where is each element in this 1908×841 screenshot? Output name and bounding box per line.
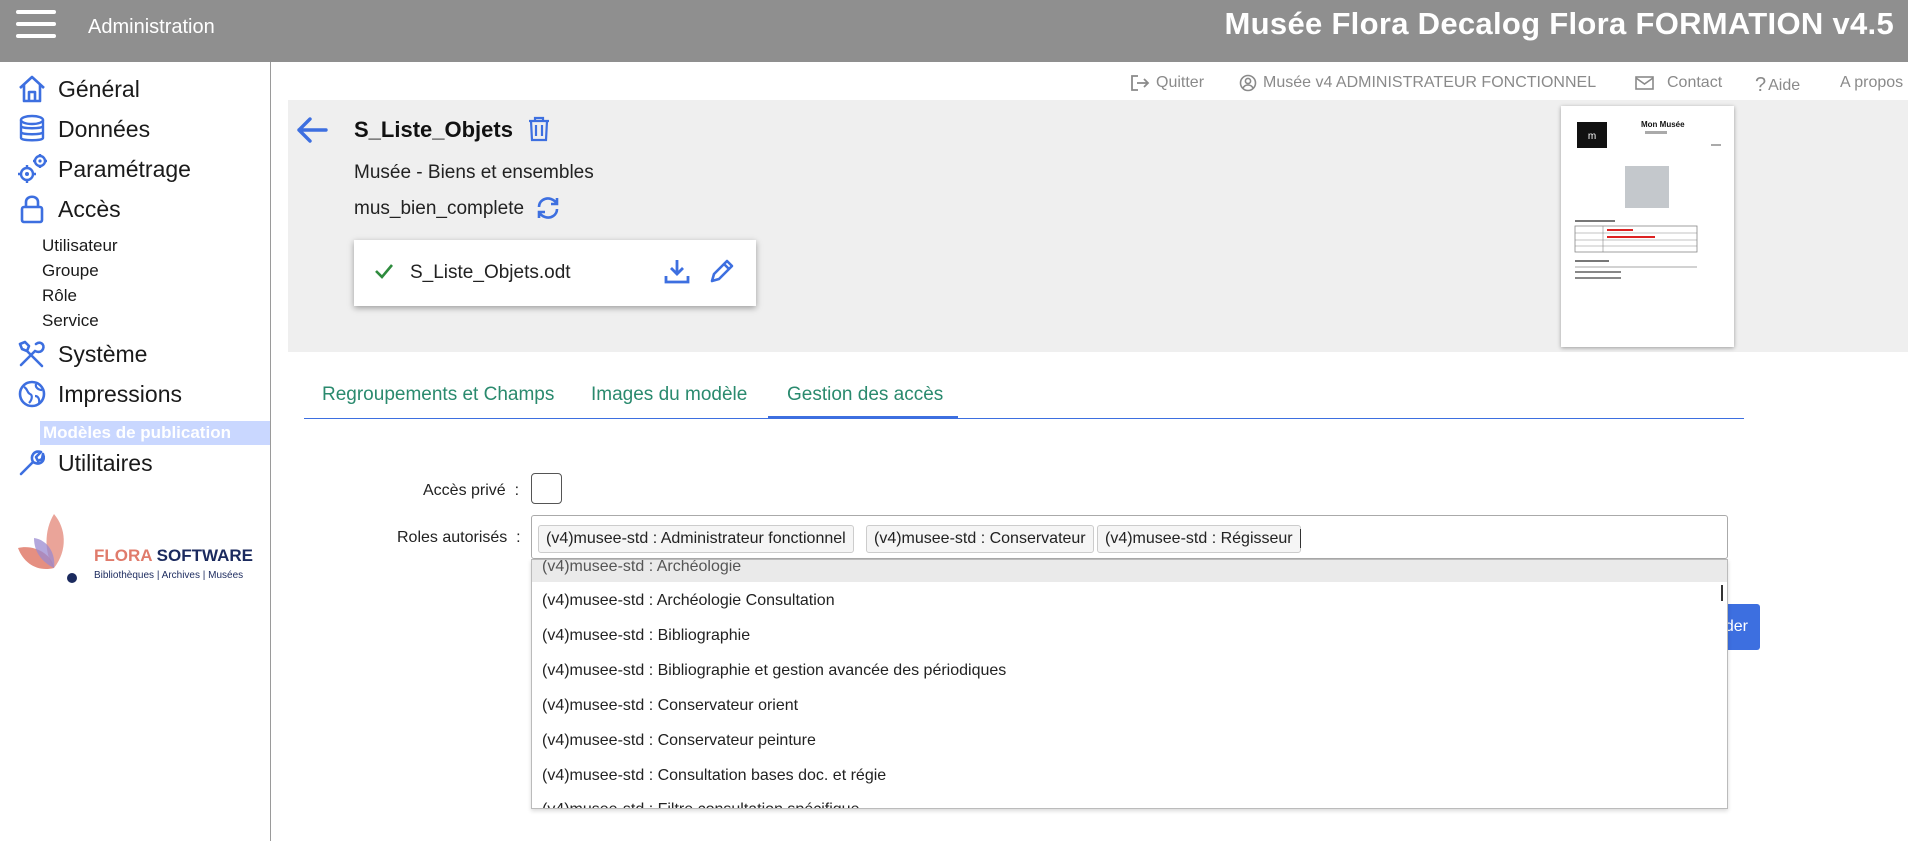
dropdown-option[interactable]: (v4)musee-std : Consultation bases doc. … (542, 767, 886, 785)
model-name: S_Liste_Objets (354, 117, 513, 142)
contact-link[interactable]: Contact (1635, 74, 1722, 92)
app-title: Musée Flora Decalog Flora FORMATION v4.5 (1224, 6, 1894, 41)
sign-out-icon (1131, 75, 1150, 91)
template-file-card: S_Liste_Objets.odt (354, 240, 756, 306)
sidebar-item-donnees[interactable]: Données (14, 111, 150, 147)
dropdown-option[interactable]: (v4)musee-std : Archéologie Consultation (542, 592, 835, 610)
role-tag[interactable]: (v4)musee-std : Régisseur (1097, 525, 1301, 553)
tools-icon (14, 336, 50, 372)
model-category: Musée - Biens et ensembles (354, 162, 594, 183)
private-access-checkbox[interactable] (531, 473, 562, 504)
home-icon (14, 71, 50, 107)
user-link[interactable]: Musée v4 ADMINISTRATEUR FONCTIONNEL (1239, 74, 1596, 92)
dropdown-option[interactable]: (v4)musee-std : Bibliographie et gestion… (542, 662, 1006, 680)
lock-icon (14, 191, 50, 227)
envelope-icon (1635, 76, 1654, 90)
svg-text:m: m (1588, 131, 1596, 142)
wrench-icon (14, 445, 50, 481)
sidebar-item-label: Général (58, 75, 140, 102)
sidebar-item-acces[interactable]: Accès (14, 191, 121, 227)
template-file-name: S_Liste_Objets.odt (410, 262, 571, 283)
user-circle-icon (1239, 74, 1257, 92)
gears-icon (14, 151, 50, 187)
tab-images-modele[interactable]: Images du modèle (591, 384, 747, 406)
sidebar: Général Données Paramétrage Accès Utilis… (0, 62, 271, 841)
dropdown-option[interactable]: (v4)musee-std : Conservateur peinture (542, 732, 816, 750)
database-icon (14, 111, 50, 147)
sidebar-subitem-role[interactable]: Rôle (42, 286, 77, 306)
sidebar-item-label: Impressions (58, 380, 182, 407)
refresh-icon[interactable] (536, 195, 560, 226)
sidebar-item-label: Données (58, 115, 151, 142)
dropdown-option[interactable]: (v4)musee-std : Archéologie (542, 560, 741, 576)
question-icon: ? (1755, 74, 1767, 96)
dropdown-option[interactable]: (v4)musee-std : Filtre consultation spéc… (542, 801, 859, 808)
sidebar-subitem-modeles-publication[interactable]: Modèles de publication (40, 421, 270, 445)
pencil-icon[interactable] (709, 258, 735, 289)
sidebar-item-systeme[interactable]: Système (14, 336, 147, 372)
sidebar-item-utilitaires[interactable]: Utilitaires (14, 445, 153, 481)
tab-regroupements-champs[interactable]: Regroupements et Champs (322, 384, 554, 406)
preview-title: Mon Musée (1641, 120, 1685, 129)
menu-icon[interactable] (16, 10, 56, 42)
top-links: Quitter Musée v4 ADMINISTRATEUR FONCTION… (1130, 74, 1908, 97)
role-tag[interactable]: (v4)musee-std : Administrateur fonctionn… (538, 525, 854, 553)
roles-tag-input[interactable]: (v4)musee-std : Administrateur fonctionn… (531, 515, 1728, 559)
header-section-title: Administration (88, 16, 215, 38)
private-access-label: Accès privé : (423, 482, 520, 499)
active-tab-indicator (768, 416, 958, 419)
sidebar-subitem-service[interactable]: Service (42, 311, 99, 331)
sidebar-item-label: Accès (58, 195, 121, 222)
sidebar-item-general[interactable]: Général (14, 71, 140, 107)
flora-flower-icon (18, 514, 77, 583)
text-caret (1300, 529, 1301, 548)
sidebar-item-parametrage[interactable]: Paramétrage (14, 151, 191, 187)
sidebar-item-impressions[interactable]: Impressions (14, 376, 182, 412)
top-header: Administration Musée Flora Decalog Flora… (0, 0, 1908, 62)
check-icon (374, 262, 394, 285)
roles-dropdown-list: (v4)musee-std : Archéologie (v4)musee-st… (531, 559, 1728, 809)
download-icon[interactable] (664, 258, 690, 289)
sidebar-item-label: Utilitaires (58, 449, 153, 476)
authorized-roles-label: Roles autorisés : (397, 529, 521, 546)
back-arrow-icon[interactable] (296, 116, 328, 149)
flora-software-logo: FLORA SOFTWARE Bibliothèques | Archives … (14, 510, 264, 590)
trash-icon[interactable] (527, 116, 551, 147)
model-datasource: mus_bien_complete (354, 198, 525, 219)
help-link[interactable]: ? Aide (1755, 74, 1800, 97)
sidebar-item-label: Système (58, 340, 148, 367)
logo-tagline: Bibliothèques | Archives | Musées (94, 570, 244, 581)
tab-gestion-acces[interactable]: Gestion des accès (787, 384, 943, 406)
globe-icon (14, 376, 50, 412)
dropdown-option[interactable]: (v4)musee-std : Bibliographie (542, 627, 750, 645)
dropdown-option[interactable]: (v4)musee-std : Conservateur orient (542, 697, 798, 715)
template-preview-thumbnail[interactable]: m Mon Musée (1561, 106, 1734, 347)
logo-wordmark: FLORA SOFTWARE (94, 546, 253, 565)
sidebar-item-label: Paramétrage (58, 155, 191, 182)
tab-bar: Regroupements et Champs Images du modèle… (304, 372, 1744, 419)
quit-link[interactable]: Quitter (1130, 74, 1204, 92)
sidebar-subitem-utilisateur[interactable]: Utilisateur (42, 236, 118, 256)
about-link[interactable]: A propos (1840, 74, 1903, 92)
dropdown-scrollbar[interactable] (1721, 585, 1723, 601)
sidebar-subitem-groupe[interactable]: Groupe (42, 261, 99, 281)
role-tag[interactable]: (v4)musee-std : Conservateur (866, 525, 1094, 553)
